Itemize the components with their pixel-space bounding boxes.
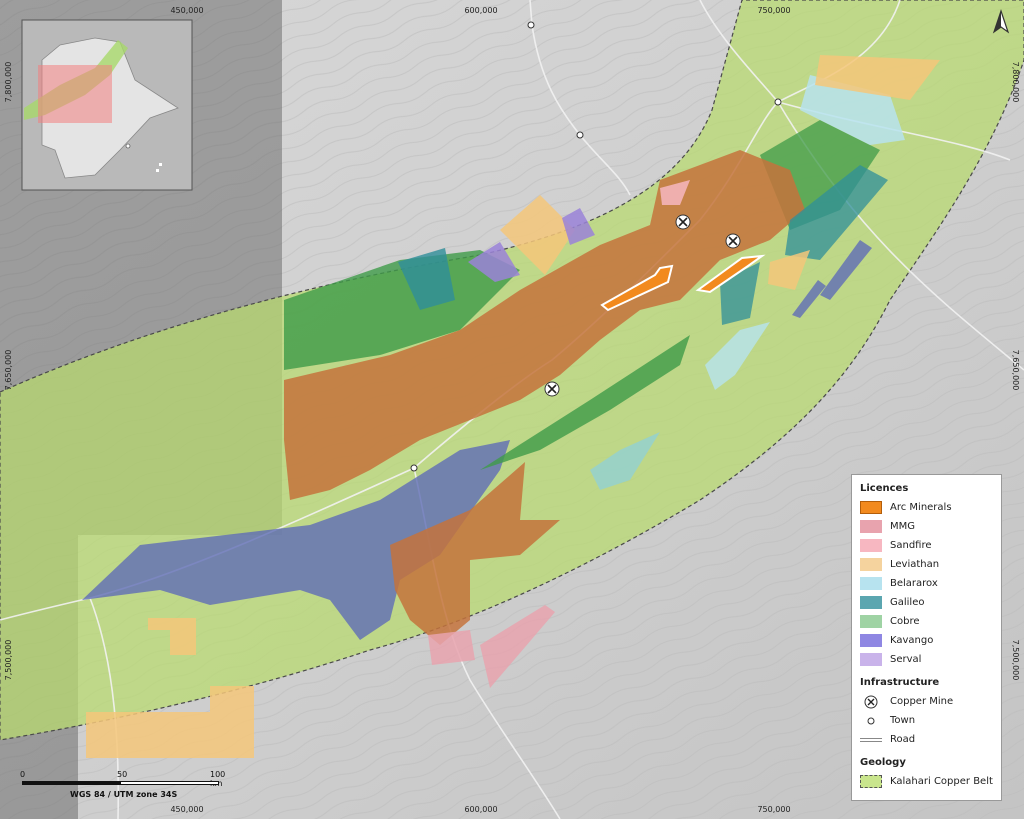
svg-text:600,000: 600,000	[464, 6, 497, 15]
legend-item-road: Road	[860, 730, 993, 749]
town-icon	[576, 131, 584, 139]
svg-text:750,000: 750,000	[757, 6, 790, 15]
scale-bar-graphic	[22, 781, 219, 785]
legend-label: Cobre	[890, 616, 920, 627]
town-icon	[410, 464, 418, 472]
legend-swatch	[860, 775, 882, 788]
legend-licences-title: Licences	[860, 483, 909, 494]
copper-mine-icon	[544, 381, 560, 397]
legend-label: Serval	[890, 654, 922, 665]
legend-label: Town	[890, 715, 916, 726]
legend-item-geology: Kalahari Copper Belt	[860, 772, 993, 791]
svg-text:7,500,000: 7,500,000	[4, 640, 13, 681]
legend-label: Kalahari Copper Belt	[890, 776, 993, 787]
legend-swatch	[860, 653, 882, 666]
legend-swatch	[860, 558, 882, 571]
legend-item-belararox: Belararox	[860, 574, 993, 593]
legend-item-copper-mine: Copper Mine	[860, 692, 993, 711]
scale-tick-0: 0	[20, 770, 26, 779]
scale-tick-50: 50	[117, 770, 128, 779]
inset-map	[21, 19, 193, 191]
legend-label: Belararox	[890, 578, 938, 589]
copper-mine-icon	[675, 214, 691, 230]
legend-label: Copper Mine	[890, 696, 954, 707]
legend-label: Leviathan	[890, 559, 940, 570]
svg-text:7,800,000: 7,800,000	[1011, 62, 1020, 103]
legend-item-serval: Serval	[860, 650, 993, 669]
road-icon	[860, 733, 882, 746]
legend-label: MMG	[890, 521, 916, 532]
legend-item-kavango: Kavango	[860, 631, 993, 650]
legend-item-arc-minerals: Arc Minerals	[860, 498, 993, 517]
svg-text:750,000: 750,000	[757, 805, 790, 814]
legend-swatch	[860, 615, 882, 628]
svg-text:450,000: 450,000	[170, 6, 203, 15]
legend-label: Galileo	[890, 597, 925, 608]
scale-tick-100: 100 km	[210, 770, 226, 788]
legend-item-leviathan: Leviathan	[860, 555, 993, 574]
svg-text:7,800,000: 7,800,000	[4, 62, 13, 103]
legend-item-mmg: MMG	[860, 517, 993, 536]
copper-mine-icon	[860, 695, 882, 708]
legend-label: Kavango	[890, 635, 934, 646]
legend-swatch	[860, 539, 882, 552]
svg-text:7,500,000: 7,500,000	[1011, 640, 1020, 681]
legend-item-sandfire: Sandfire	[860, 536, 993, 555]
scale-bar: 0 50 100 km WGS 84 / UTM zone 34S	[20, 770, 225, 804]
svg-text:450,000: 450,000	[170, 805, 203, 814]
legend-geology-title: Geology	[860, 757, 906, 768]
town-icon	[527, 21, 535, 29]
legend-panel: Licences Arc Minerals MMG Sandfire Leviatha…	[851, 474, 1002, 801]
legend-item-town: Town	[860, 711, 993, 730]
legend-swatch	[860, 501, 882, 514]
svg-text:7,650,000: 7,650,000	[4, 350, 13, 391]
projection-label: WGS 84 / UTM zone 34S	[70, 790, 178, 799]
legend-label: Sandfire	[890, 540, 932, 551]
town-icon	[774, 98, 782, 106]
legend-label: Arc Minerals	[890, 502, 952, 513]
legend-swatch	[860, 634, 882, 647]
mmg-licence-2[interactable]	[428, 630, 475, 665]
copper-mine-icon	[725, 233, 741, 249]
legend-swatch	[860, 520, 882, 533]
legend-item-cobre: Cobre	[860, 612, 993, 631]
inset-extent-box	[38, 65, 112, 123]
legend-swatch	[860, 596, 882, 609]
legend-swatch	[860, 577, 882, 590]
legend-label: Road	[890, 734, 916, 745]
town-icon	[860, 714, 882, 727]
svg-text:7,650,000: 7,650,000	[1011, 350, 1020, 391]
legend-item-galileo: Galileo	[860, 593, 993, 612]
svg-text:600,000: 600,000	[464, 805, 497, 814]
legend-infrastructure-title: Infrastructure	[860, 677, 940, 688]
